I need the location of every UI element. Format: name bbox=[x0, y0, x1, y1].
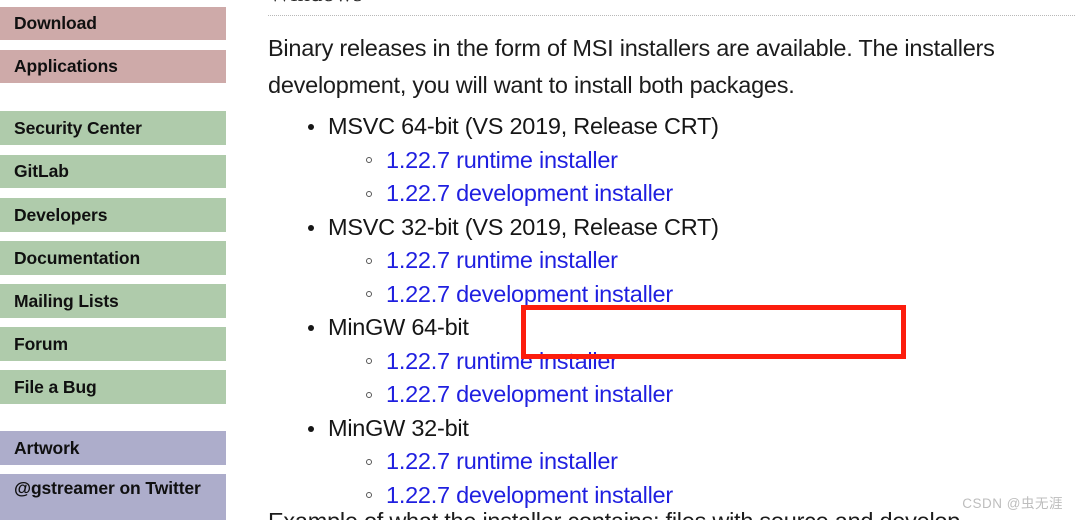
installer-download-link[interactable]: 1.22.7 runtime installer bbox=[386, 244, 618, 278]
sidebar-item-label: File a Bug bbox=[14, 376, 97, 397]
trailing-paragraph-text: Example of what the installer contains: … bbox=[268, 505, 1077, 520]
csdn-watermark: CSDN @虫无涯 bbox=[962, 496, 1063, 511]
sidebar-item-label: Forum bbox=[14, 333, 68, 354]
installer-group-label: MSVC 32-bit (VS 2019, Release CRT) bbox=[328, 213, 719, 240]
installer-link-row: 1.22.7 development installer bbox=[286, 177, 1076, 211]
sidebar-item-label: Download bbox=[14, 13, 97, 33]
installer-download-link[interactable]: 1.22.7 runtime installer bbox=[386, 144, 618, 178]
installer-group-row: MSVC 64-bit (VS 2019, Release CRT) bbox=[286, 110, 1076, 144]
sidebar-item-label: Developers bbox=[14, 204, 108, 225]
sidebar-item-applications[interactable]: Applications bbox=[0, 50, 226, 83]
sidebar-item-label: Artwork bbox=[14, 437, 80, 458]
installer-download-link[interactable]: 1.22.7 runtime installer bbox=[386, 445, 618, 479]
installer-link-row: 1.22.7 runtime installer bbox=[286, 345, 1076, 379]
sidebar-navigation: Download Applications Security Center GitLa… bbox=[0, 0, 226, 520]
sidebar-item-label: @gstreamer on Twitter bbox=[14, 478, 201, 498]
bullet-circle-icon bbox=[366, 492, 372, 498]
installer-link-row: 1.22.7 runtime installer bbox=[286, 445, 1076, 479]
section-heading-text: Windows bbox=[268, 0, 1028, 8]
sidebar-item-label: Mailing Lists bbox=[14, 290, 119, 311]
bullet-disc-icon bbox=[308, 425, 314, 432]
installer-link-row: 1.22.7 runtime installer bbox=[286, 244, 1076, 278]
sidebar-item-label: Applications bbox=[14, 56, 118, 76]
bullet-disc-icon bbox=[308, 224, 314, 231]
installer-link-row: 1.22.7 development installer bbox=[286, 278, 1076, 312]
sidebar-item-mailing-lists[interactable]: Mailing Lists bbox=[0, 284, 226, 318]
bullet-circle-icon bbox=[366, 190, 372, 197]
bullet-circle-icon bbox=[366, 391, 372, 398]
installer-group-row: MinGW 64-bit bbox=[286, 311, 1076, 345]
installer-download-link[interactable]: 1.22.7 development installer bbox=[386, 278, 673, 312]
sidebar-item-file-a-bug[interactable]: File a Bug bbox=[0, 370, 226, 404]
sidebar-item-label: GitLab bbox=[14, 161, 69, 181]
sidebar-item-label: Security Center bbox=[14, 117, 142, 138]
sidebar-item-documentation[interactable]: Documentation bbox=[0, 241, 226, 275]
installer-group-row: MinGW 32-bit bbox=[286, 412, 1076, 446]
sidebar-item-download[interactable]: Download bbox=[0, 7, 226, 40]
intro-paragraph: Binary releases in the form of MSI insta… bbox=[268, 35, 995, 98]
section-heading-clipped: Windows bbox=[268, 0, 1028, 16]
installer-link-row: 1.22.7 development installer bbox=[286, 378, 1076, 412]
sidebar-item-security-center[interactable]: Security Center bbox=[0, 111, 226, 145]
main-content: Windows Binary releases in the form of M… bbox=[226, 0, 1077, 520]
installer-download-link[interactable]: 1.22.7 runtime installer bbox=[386, 345, 618, 379]
installer-link-row: 1.22.7 runtime installer bbox=[286, 144, 1076, 178]
installer-list: MSVC 64-bit (VS 2019, Release CRT) 1.22.7… bbox=[286, 110, 1076, 512]
installer-group-label: MinGW 32-bit bbox=[328, 414, 469, 441]
sidebar-item-gstreamer-on-twitter[interactable]: @gstreamer on Twitter bbox=[0, 474, 226, 520]
sidebar-item-developers[interactable]: Developers bbox=[0, 198, 226, 232]
installer-group-row: MSVC 32-bit (VS 2019, Release CRT) bbox=[286, 211, 1076, 245]
bullet-disc-icon bbox=[308, 325, 314, 331]
bullet-circle-icon bbox=[366, 358, 372, 364]
bullet-disc-icon bbox=[308, 124, 314, 130]
sidebar-item-artwork[interactable]: Artwork bbox=[0, 431, 226, 465]
bullet-circle-icon bbox=[366, 257, 372, 264]
heading-divider-rule bbox=[268, 15, 1075, 16]
installer-group-label: MSVC 64-bit (VS 2019, Release CRT) bbox=[328, 113, 719, 139]
installer-group-label: MinGW 64-bit bbox=[328, 314, 469, 340]
bullet-circle-icon bbox=[366, 458, 372, 465]
trailing-paragraph-clipped: Example of what the installer contains: … bbox=[268, 505, 1077, 520]
bullet-circle-icon bbox=[366, 291, 372, 297]
installer-download-link[interactable]: 1.22.7 development installer bbox=[386, 177, 673, 211]
installer-download-link[interactable]: 1.22.7 development installer bbox=[386, 378, 673, 412]
sidebar-item-forum[interactable]: Forum bbox=[0, 327, 226, 361]
bullet-circle-icon bbox=[366, 157, 372, 163]
sidebar-item-gitlab[interactable]: GitLab bbox=[0, 155, 226, 188]
sidebar-item-label: Documentation bbox=[14, 247, 141, 268]
